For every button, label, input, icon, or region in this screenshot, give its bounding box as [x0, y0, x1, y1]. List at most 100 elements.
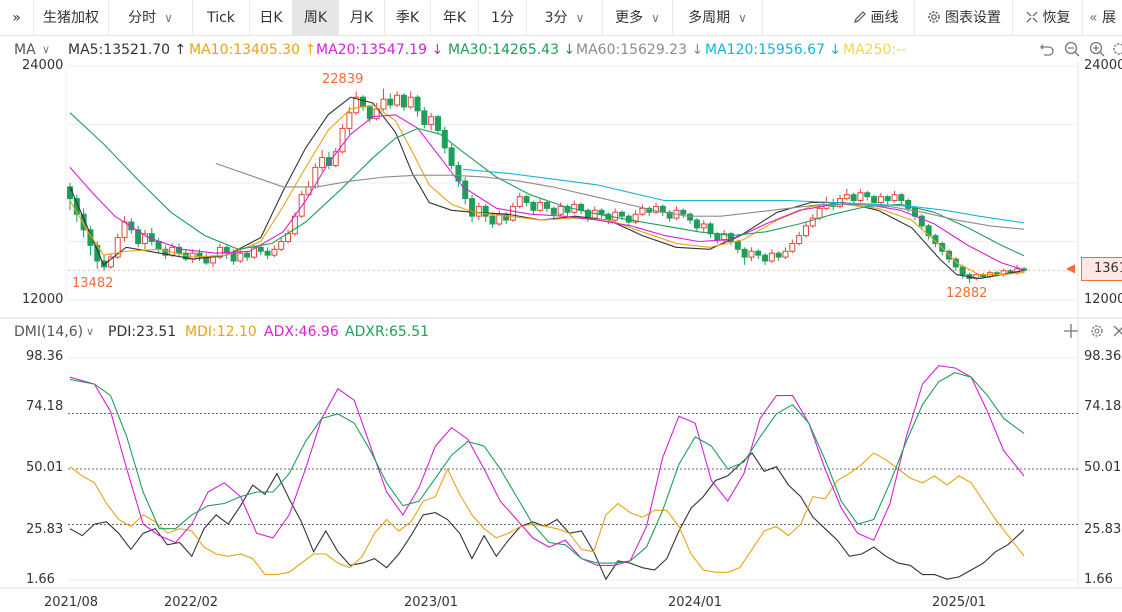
pdi-line: [69, 452, 1025, 581]
candle-body: [155, 241, 162, 250]
date-axis-label: 2023/01: [404, 595, 459, 610]
dmi-legend-item[interactable]: ADXR:65.51: [345, 322, 429, 342]
candle-body: [530, 202, 537, 211]
candle-body: [482, 205, 489, 217]
dmi-axis-label-left: 98.36: [26, 349, 64, 364]
candle-body: [693, 219, 700, 229]
chevron-down-icon[interactable]: ∨: [86, 322, 94, 342]
dmi-axis-label-left: 1.66: [26, 572, 55, 587]
candle-body: [271, 248, 278, 256]
candle-body: [905, 200, 912, 209]
candle-body: [557, 205, 564, 215]
candle-body: [762, 254, 769, 262]
candle-body: [898, 194, 905, 202]
candle-body: [339, 127, 346, 153]
adxr-line: [69, 372, 1025, 564]
candle-body: [707, 223, 714, 235]
candle-body: [612, 211, 619, 221]
low-annotation-right: 12882: [946, 286, 988, 301]
chevron-down-icon[interactable]: ∨: [42, 40, 50, 60]
candle-body: [278, 241, 285, 250]
candle-body: [380, 98, 387, 110]
candle-body: [387, 98, 394, 106]
candle-body: [687, 213, 694, 221]
gear-icon[interactable]: [1088, 322, 1106, 340]
adx-line: [69, 365, 1025, 566]
candle-body: [755, 250, 762, 256]
dmi-axis-label-right: 1.66: [1084, 572, 1113, 587]
candle-body: [680, 209, 687, 215]
ma-legend-item[interactable]: MA5:13521.70 ↑: [68, 40, 186, 60]
candle-body: [864, 192, 871, 198]
current-price-arrow-icon: ◀: [1066, 261, 1076, 275]
candle-body: [428, 116, 435, 125]
date-axis-label: 2025/01: [932, 595, 987, 610]
candle-body: [434, 116, 441, 131]
candle-body: [414, 96, 421, 112]
candle-body: [578, 203, 585, 211]
zoom-in-icon[interactable]: [1088, 40, 1106, 58]
date-axis-label: 2021/08: [44, 595, 99, 610]
zoom-out-icon[interactable]: [1063, 40, 1081, 58]
dmi-legend-item[interactable]: ADX:46.96: [264, 322, 339, 342]
candle-body: [400, 94, 407, 108]
dmi-axis-label-left: 50.01: [26, 460, 64, 475]
candle-body: [843, 194, 850, 200]
ma-line-ma20: [69, 114, 1025, 271]
candle-body: [67, 186, 73, 200]
gear-icon[interactable]: [1110, 40, 1122, 58]
date-axis-label: 2024/01: [668, 595, 723, 610]
candle-body: [475, 205, 482, 217]
dmi-axis-label-left: 25.83: [26, 522, 64, 537]
dmi-legend-item[interactable]: MDI:12.10: [185, 322, 257, 342]
candle-body: [802, 225, 809, 237]
current-price-tag: 1361: [1081, 257, 1122, 281]
ma-line-ma10: [69, 104, 1025, 276]
candle-body: [857, 192, 864, 202]
candle-body: [544, 202, 550, 209]
candle-body: [884, 196, 891, 202]
candle-body: [768, 252, 775, 262]
candle-body: [230, 252, 237, 262]
candle-body: [618, 211, 625, 217]
high-annotation: 22839: [322, 72, 364, 87]
candle-body: [871, 196, 878, 203]
candle-body: [516, 196, 523, 207]
candle-body: [523, 196, 530, 203]
chart-canvas[interactable]: [0, 0, 1122, 612]
dmi-axis-label-right: 74.18: [1084, 399, 1122, 414]
dmi-legend-item[interactable]: PDI:23.51: [108, 322, 176, 342]
candle-body: [407, 96, 414, 108]
ma-legend-item[interactable]: MA60:15629.23 ↓: [576, 40, 703, 60]
price-axis-top-right: 24000: [1084, 58, 1122, 73]
low-annotation-left: 13482: [72, 276, 114, 291]
close-icon[interactable]: [1110, 322, 1122, 340]
undo-icon[interactable]: [1038, 40, 1056, 58]
add-indicator-icon[interactable]: [1062, 322, 1080, 340]
candle-body: [448, 147, 455, 166]
ma-legend-item[interactable]: MA30:14265.43 ↓: [448, 40, 575, 60]
ma-legend-item[interactable]: MA10:13405.30 ↑: [189, 40, 316, 60]
candle-body: [734, 241, 741, 250]
candle-body: [775, 252, 782, 258]
candle-body: [346, 112, 353, 129]
ma-legend-item[interactable]: MA120:15956.67 ↓: [705, 40, 841, 60]
candle-body: [421, 110, 428, 125]
price-axis-bottom-right: 12000: [1084, 292, 1122, 307]
ma-legend-item[interactable]: MA250:--: [843, 40, 906, 60]
candle-body: [319, 157, 326, 168]
candle-body: [748, 250, 755, 258]
mdi-line: [69, 452, 1025, 576]
candle-body: [210, 256, 217, 264]
dmi-axis-label-left: 74.18: [26, 399, 64, 414]
dmi-axis-label-right: 50.01: [1084, 460, 1122, 475]
candle-body: [244, 252, 251, 258]
candle-body: [796, 235, 803, 244]
dmi-legend-title[interactable]: DMI(14,6): [14, 322, 83, 342]
price-axis-bottom-left: 12000: [22, 292, 64, 307]
candle-body: [503, 213, 510, 221]
candle-body: [360, 96, 367, 108]
candle-body: [509, 205, 516, 221]
ma-legend-item[interactable]: MA20:13547.19 ↓: [316, 40, 443, 60]
ma-legend-title[interactable]: MA: [14, 40, 36, 60]
